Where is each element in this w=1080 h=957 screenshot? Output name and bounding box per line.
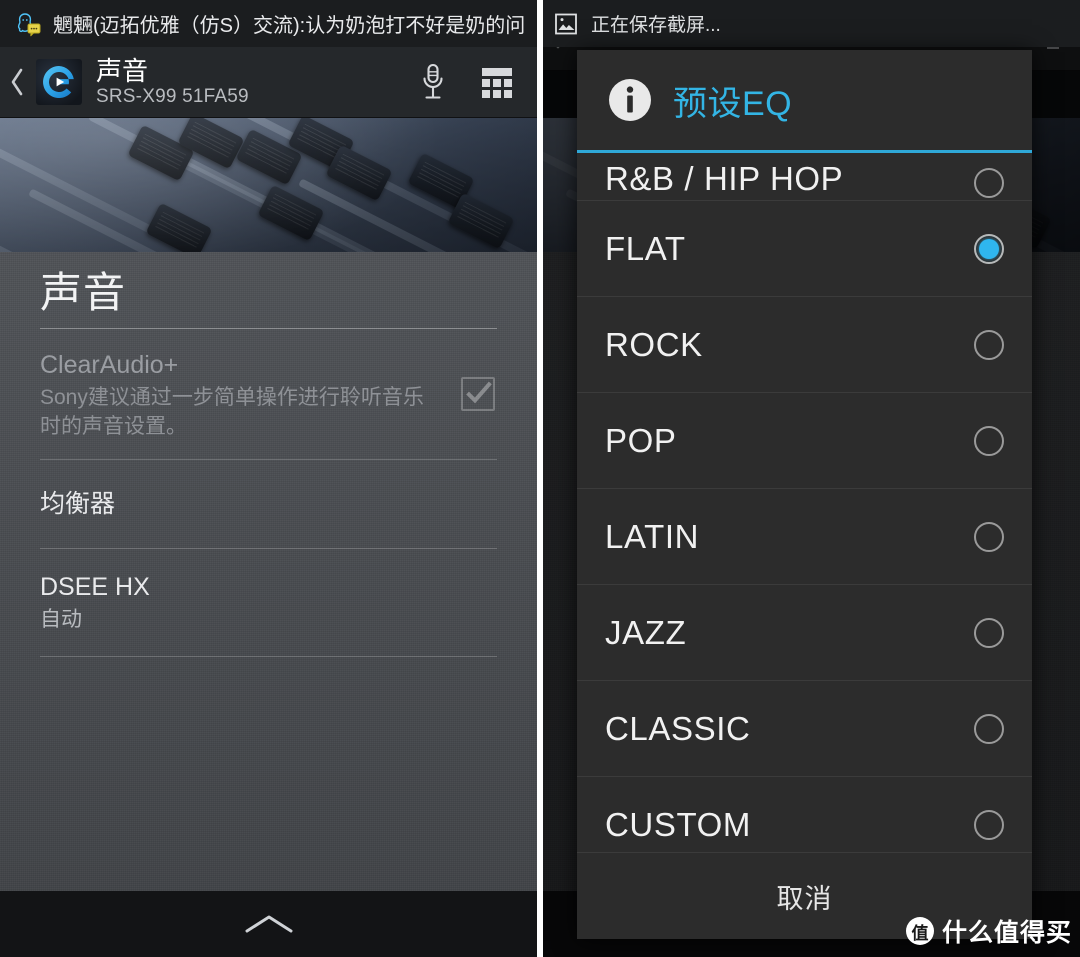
back-chevron-icon[interactable] <box>0 47 34 118</box>
eq-option-label: JAZZ <box>605 613 687 651</box>
setting-title: 均衡器 <box>40 490 116 518</box>
cancel-button[interactable]: 取消 <box>777 877 833 916</box>
row-divider <box>40 656 497 657</box>
eq-preset-list[interactable]: R&B / HIP HOP FLAT ROCK POP LATIN JAZZ C… <box>577 153 1032 852</box>
radio-button[interactable] <box>974 168 1004 198</box>
clearaudio-checkbox[interactable] <box>461 377 495 411</box>
setting-title: ClearAudio+ <box>40 351 179 379</box>
radio-button[interactable] <box>974 617 1004 648</box>
setting-row-dsee-hx[interactable]: DSEE HX 自动 <box>40 549 497 656</box>
microphone-icon[interactable] <box>401 47 465 118</box>
radio-button[interactable] <box>974 425 1004 456</box>
dialog-title: 预设EQ <box>673 84 793 123</box>
left-action-bar: 声音 SRS-X99 51FA59 <box>0 47 537 118</box>
eq-option-label: CUSTOM <box>605 805 751 843</box>
setting-subtitle: 自动 <box>40 608 82 631</box>
left-action-bar-actions <box>401 47 537 118</box>
radio-button[interactable] <box>974 713 1004 744</box>
chevron-up-icon[interactable] <box>243 911 295 937</box>
watermark-badge: 值 <box>905 917 934 945</box>
right-status-notification-text: 正在保存截屏... <box>591 15 721 36</box>
sony-music-center-icon[interactable] <box>36 59 82 105</box>
radio-button[interactable] <box>974 329 1004 360</box>
info-circle-icon <box>605 75 655 125</box>
qq-message-icon <box>16 11 42 37</box>
eq-option-label: CLASSIC <box>605 709 751 747</box>
device-name: SRS-X99 51FA59 <box>96 85 249 107</box>
eq-option-jazz[interactable]: JAZZ <box>577 585 1032 681</box>
eq-option-label: FLAT <box>605 229 686 267</box>
eq-option-label: R&B / HIP HOP <box>605 160 844 197</box>
eq-option-latin[interactable]: LATIN <box>577 489 1032 585</box>
eq-option-custom[interactable]: CUSTOM <box>577 777 1032 852</box>
watermark: 值 什么值得买 <box>905 913 1072 949</box>
panel-separator <box>537 0 543 957</box>
right-status-bar: 正在保存截屏... <box>537 0 1080 47</box>
dialog-title-bar: 预设EQ <box>577 50 1032 150</box>
left-phone-screen: 魍魎(迈拓优雅（仿S）交流):认为奶泡打不好是奶的问 声音 SRS-X99 51… <box>0 0 537 957</box>
eq-option-label: POP <box>605 421 677 459</box>
left-status-notification-text: 魍魎(迈拓优雅（仿S）交流):认为奶泡打不好是奶的问 <box>53 15 526 37</box>
left-action-bar-titles: 声音 SRS-X99 51FA59 <box>96 57 401 108</box>
eq-option-pop[interactable]: POP <box>577 393 1032 489</box>
grid-dashboard-icon[interactable] <box>465 47 529 118</box>
eq-option-rock[interactable]: ROCK <box>577 297 1032 393</box>
eq-option-label: ROCK <box>605 325 703 363</box>
page-heading: 声音 <box>40 269 127 316</box>
setting-row-equalizer[interactable]: 均衡器 <box>40 460 497 548</box>
eq-option-rnb-hiphop[interactable]: R&B / HIP HOP <box>577 153 1032 201</box>
page-title: 声音 <box>96 55 149 86</box>
radio-button[interactable] <box>974 521 1004 552</box>
preset-eq-dialog: 预设EQ R&B / HIP HOP FLAT ROCK POP LATIN J… <box>577 50 1032 939</box>
eq-option-label: LATIN <box>605 517 700 555</box>
left-status-bar: 魍魎(迈拓优雅（仿S）交流):认为奶泡打不好是奶的问 <box>0 0 537 47</box>
setting-row-clearaudio[interactable]: ClearAudio+ Sony建议通过一步简单操作进行聆听音乐时的声音设置。 <box>40 329 497 459</box>
radio-button[interactable] <box>974 809 1004 840</box>
screenshot-image-icon <box>555 13 577 35</box>
sound-settings-content: 声音 ClearAudio+ Sony建议通过一步简单操作进行聆听音乐时的声音设… <box>0 252 537 957</box>
eq-option-classic[interactable]: CLASSIC <box>577 681 1032 777</box>
setting-title: DSEE HX <box>40 573 150 601</box>
expand-handle-bar[interactable] <box>0 891 537 957</box>
radio-button-selected[interactable] <box>974 233 1004 264</box>
setting-subtitle: Sony建议通过一步简单操作进行聆听音乐时的声音设置。 <box>40 386 424 438</box>
screenshot-root: 魍魎(迈拓优雅（仿S）交流):认为奶泡打不好是奶的问 声音 SRS-X99 51… <box>0 0 1080 957</box>
eq-option-flat[interactable]: FLAT <box>577 201 1032 297</box>
right-phone-screen: 正在保存截屏... 预设EQ R&B / HIP HOP FLAT ROCK P… <box>537 0 1080 957</box>
watermark-text: 什么值得买 <box>941 919 1072 947</box>
